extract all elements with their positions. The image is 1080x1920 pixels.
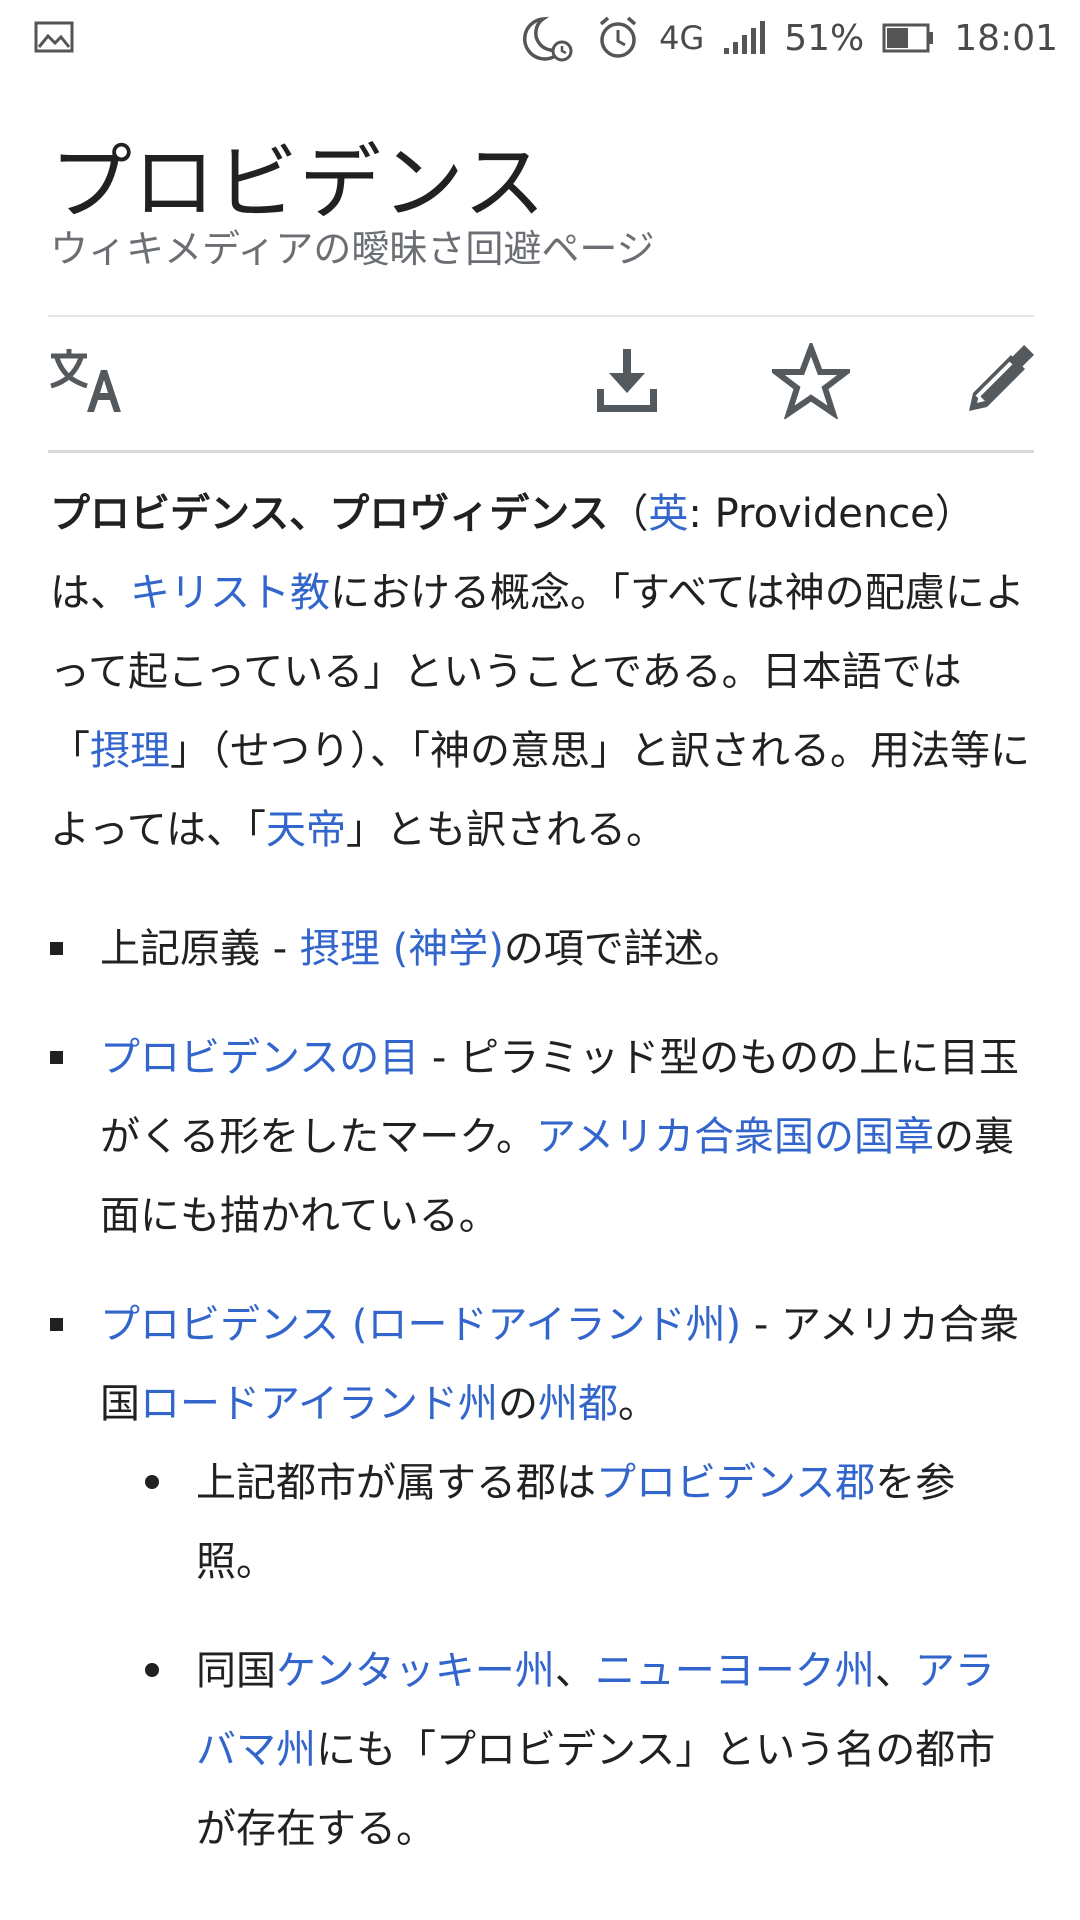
sub-list: 上記都市が属する郡はプロビデンス郡を参照。 同国ケンタッキー州、ニューヨーク州、…	[100, 1444, 1030, 1869]
status-bar: 4G 51% 18:01	[0, 0, 1080, 76]
page-description: ウィキメディアの曖昧さ回避ページ	[50, 227, 655, 271]
list-item: プロビデンス (ロードアイランド州) - アメリカ合衆国ロードアイランド州の州都…	[50, 1286, 1030, 1869]
signal-strength-icon	[722, 20, 766, 56]
alarm-icon	[595, 15, 641, 61]
star-icon	[767, 339, 855, 423]
link-rhode-island[interactable]: ロードアイランド州	[140, 1381, 498, 1427]
text: 同国	[196, 1648, 276, 1694]
battery-icon	[882, 22, 936, 54]
edit-button[interactable]	[956, 340, 1042, 426]
night-mode-icon	[521, 13, 577, 63]
sub-list-item: 同国ケンタッキー州、ニューヨーク州、アラバマ州にも「プロビデンス」という名の都市…	[100, 1632, 1030, 1869]
edit-icon	[963, 344, 1035, 421]
download-button[interactable]	[584, 340, 670, 426]
link-providence-ri[interactable]: プロビデンス (ロードアイランド州)	[100, 1302, 741, 1348]
list-item: プロビデンスの目 - ピラミッド型のものの上に目玉がくる形をしたマーク。アメリカ…	[50, 1019, 1030, 1256]
language-button[interactable]	[44, 340, 130, 426]
text: の	[498, 1381, 538, 1427]
link-new-york[interactable]: ニューヨーク州	[595, 1648, 875, 1694]
text: 」とも訳される。	[346, 807, 666, 853]
link-eye-of-providence[interactable]: プロビデンスの目	[100, 1035, 419, 1081]
divider	[48, 450, 1034, 453]
clock-time: 18:01	[954, 17, 1058, 59]
article-body: プロビデンス、プロヴィデンス（英: Providence）は、キリスト教における…	[50, 475, 1030, 1899]
text: 上記都市が属する郡は	[196, 1460, 596, 1506]
network-type-indicator: 4G	[659, 19, 705, 57]
text: 、	[554, 1648, 595, 1694]
divider	[48, 315, 1034, 317]
list-item: 上記原義 - 摂理 (神学)の項で詳述。	[50, 910, 1030, 989]
link-kentucky[interactable]: ケンタッキー州	[276, 1648, 555, 1694]
text: の項で詳述。	[503, 926, 744, 972]
disambiguation-list: 上記原義 - 摂理 (神学)の項で詳述。 プロビデンスの目 - ピラミッド型のも…	[50, 910, 1030, 1869]
text: 。	[618, 1381, 658, 1427]
gallery-notification-icon	[34, 20, 74, 58]
lead-paragraph: プロビデンス、プロヴィデンス（英: Providence）は、キリスト教における…	[50, 475, 1030, 870]
link-state-capital[interactable]: 州都	[538, 1381, 618, 1427]
link-providence-county[interactable]: プロビデンス郡	[596, 1460, 875, 1506]
link-setsuri[interactable]: 摂理	[90, 728, 170, 774]
link-great-seal-usa[interactable]: アメリカ合衆国の国章	[536, 1114, 934, 1160]
link-setsuri-theology[interactable]: 摂理 (神学)	[300, 926, 504, 972]
link-tentei[interactable]: 天帝	[266, 807, 346, 853]
link-english[interactable]: 英	[648, 491, 688, 537]
star-button[interactable]	[767, 339, 855, 426]
battery-percent: 51%	[784, 17, 865, 59]
link-christianity[interactable]: キリスト教	[130, 570, 330, 616]
text: 上記原義 -	[100, 926, 300, 972]
text: （	[608, 491, 649, 537]
language-icon	[47, 346, 127, 420]
lead-bold-term: プロビデンス、プロヴィデンス	[50, 491, 609, 537]
download-icon	[589, 343, 665, 423]
sub-list-item: 上記都市が属する郡はプロビデンス郡を参照。	[100, 1444, 1030, 1602]
text: にも「プロビデンス」という名の都市が存在する。	[196, 1727, 996, 1852]
text: 、	[874, 1648, 915, 1694]
